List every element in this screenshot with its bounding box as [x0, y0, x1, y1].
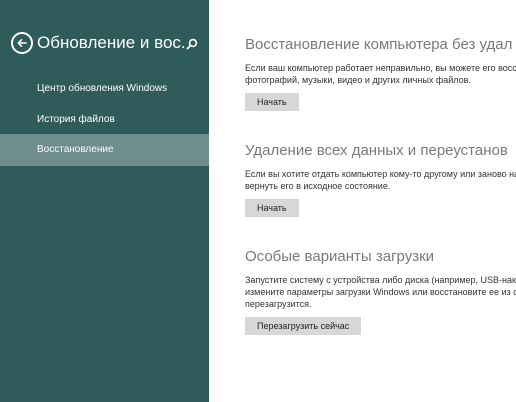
description-line: вернуть его в исходное состояние. [245, 181, 391, 191]
section-heading: Удаление всех данных и переустанов [245, 142, 508, 159]
description-line: Если вы хотите отдать компьютер кому-то … [245, 169, 516, 179]
sidebar-item-file-history[interactable]: История файлов [0, 104, 209, 136]
sidebar-title: Обновление и вос... [37, 33, 185, 52]
reset-start-button[interactable]: Начать [245, 199, 299, 217]
sidebar-item-windows-update[interactable]: Центр обновления Windows [0, 73, 209, 105]
description-line: перезагрузится. [245, 299, 312, 309]
description-line: Если ваш компьютер работает неправильно,… [245, 63, 516, 73]
back-button[interactable] [11, 32, 33, 54]
description-line: Запустите систему с устройства либо диск… [245, 275, 516, 285]
description-line: фотографий, музыки, видео и других личны… [245, 75, 471, 85]
sidebar: Обновление и вос... Центр обновления Win… [0, 0, 209, 402]
section-description: Запустите систему с устройства либо диск… [245, 274, 516, 310]
section-heading: Особые варианты загрузки [245, 248, 435, 265]
section-reset-pc: Удаление всех данных и переустанов Если … [245, 141, 516, 217]
sidebar-header: Обновление и вос... [0, 30, 209, 60]
search-icon [186, 38, 198, 50]
section-heading: Восстановление компьютера без удал [245, 36, 513, 53]
section-description: Если ваш компьютер работает неправильно,… [245, 62, 516, 86]
section-refresh-pc: Восстановление компьютера без удал Если … [245, 35, 516, 111]
description-line: измените параметры загрузки Windows или … [245, 287, 516, 297]
back-arrow-icon [17, 39, 27, 47]
section-description: Если вы хотите отдать компьютер кому-то … [245, 168, 516, 192]
refresh-start-button[interactable]: Начать [245, 93, 299, 111]
section-advanced-startup: Особые варианты загрузки Запустите систе… [245, 247, 516, 335]
sidebar-item-recovery[interactable]: Восстановление [0, 134, 209, 166]
main-content: Восстановление компьютера без удал Если … [209, 0, 516, 402]
restart-now-button[interactable]: Перезагрузить сейчас [245, 317, 362, 335]
search-button[interactable] [186, 37, 198, 50]
